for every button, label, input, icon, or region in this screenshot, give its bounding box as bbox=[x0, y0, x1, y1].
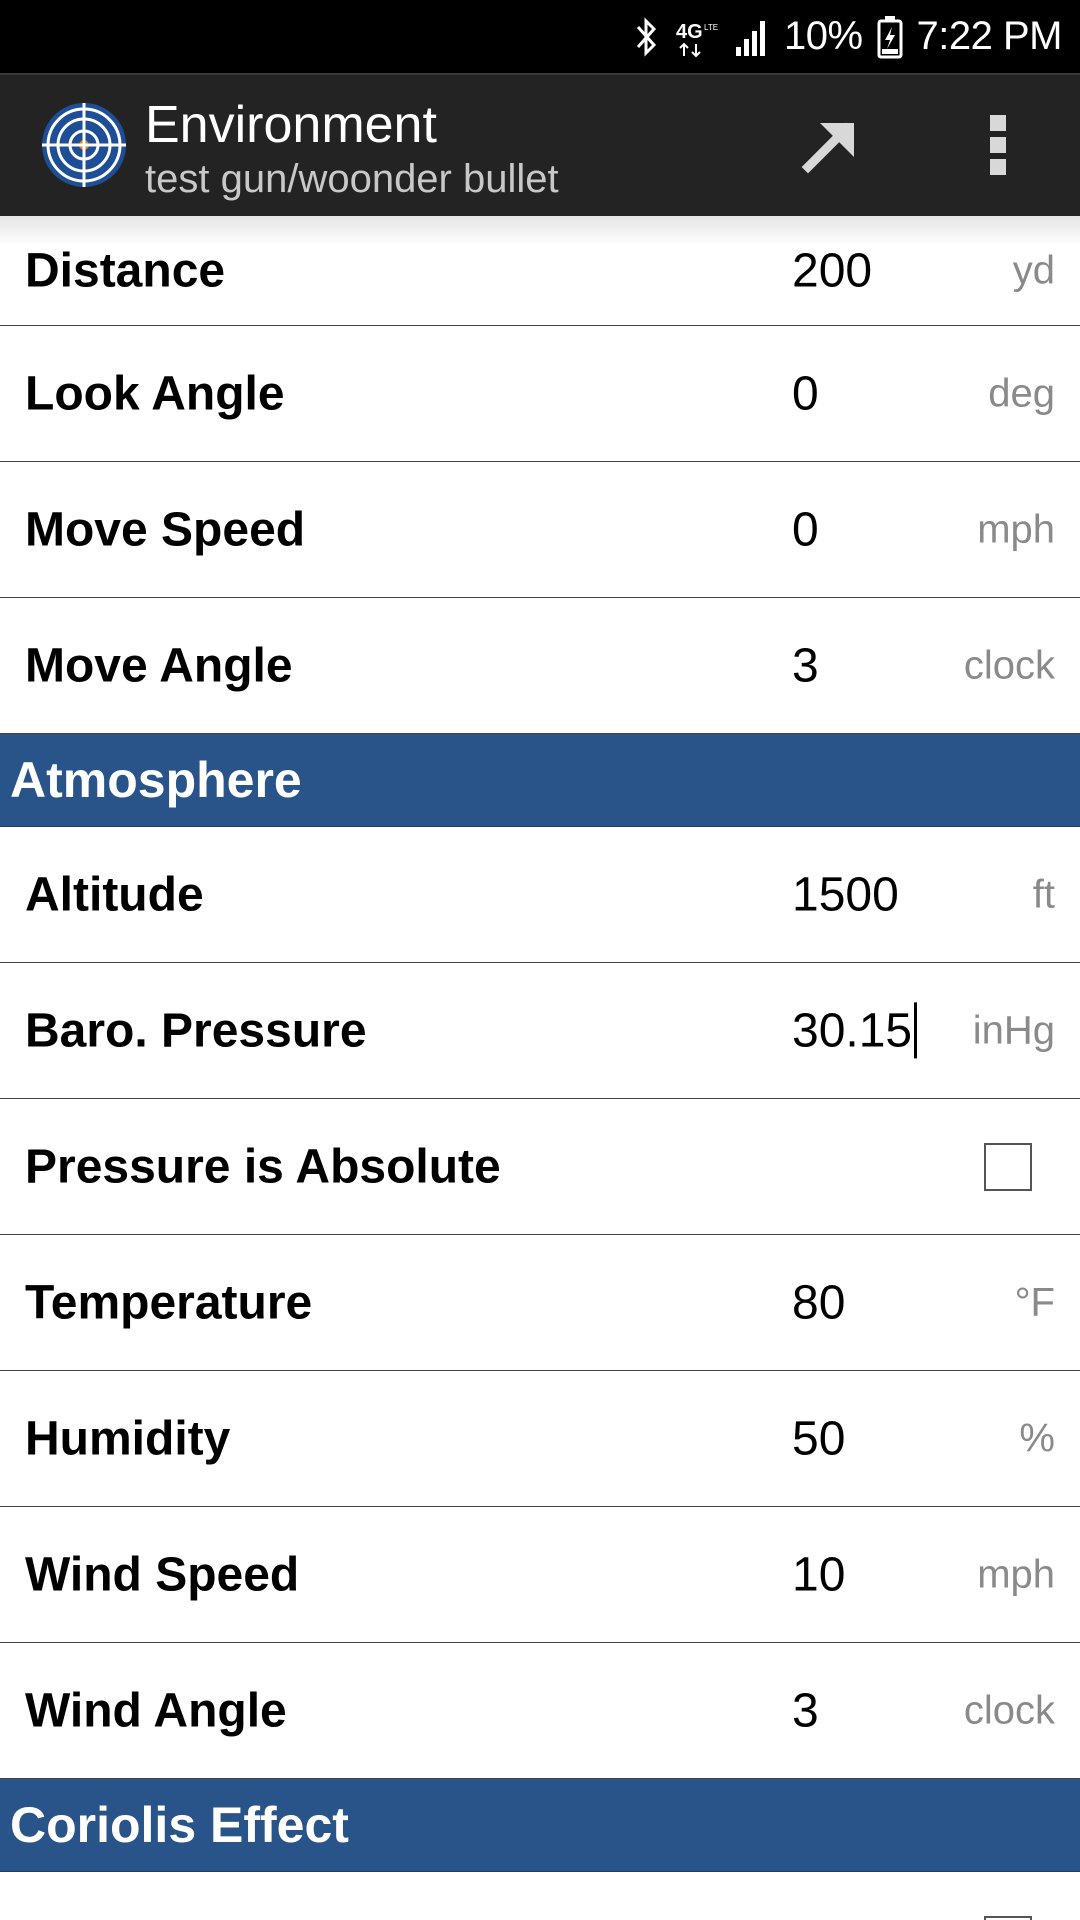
environment-settings-list[interactable]: Distance 200 yd Look Angle 0 deg Move Sp… bbox=[0, 216, 1080, 1920]
bluetooth-icon bbox=[634, 16, 660, 58]
move-angle-value[interactable]: 3 bbox=[792, 638, 819, 693]
app-target-icon[interactable] bbox=[40, 101, 128, 189]
distance-label: Distance bbox=[25, 244, 226, 297]
move-speed-unit: mph bbox=[977, 507, 1055, 551]
baro-pressure-value: 30.15 bbox=[792, 1003, 913, 1057]
status-bar: 4G LTE 10% 7:22 PM bbox=[0, 0, 1080, 73]
page-title: Environment bbox=[145, 96, 437, 154]
text-cursor bbox=[914, 1002, 918, 1059]
temperature-label: Temperature bbox=[25, 1276, 313, 1329]
humidity-value[interactable]: 50 bbox=[792, 1411, 845, 1466]
look-angle-label: Look Angle bbox=[25, 367, 285, 420]
move-speed-label: Move Speed bbox=[25, 503, 306, 556]
move-angle-label: Move Angle bbox=[25, 639, 293, 692]
altitude-value[interactable]: 1500 bbox=[792, 867, 899, 922]
wind-speed-label: Wind Speed bbox=[25, 1548, 300, 1601]
look-angle-unit: deg bbox=[988, 371, 1055, 415]
row-look-angle[interactable]: Look Angle 0 deg bbox=[0, 326, 1080, 462]
wind-speed-unit: mph bbox=[977, 1552, 1055, 1596]
baro-pressure-label: Baro. Pressure bbox=[25, 1004, 367, 1057]
pressure-absolute-checkbox[interactable] bbox=[984, 1142, 1032, 1191]
distance-unit: yd bbox=[1012, 248, 1055, 292]
row-wind-angle[interactable]: Wind Angle 3 clock bbox=[0, 1643, 1080, 1779]
battery-percent: 10% bbox=[783, 14, 863, 58]
4g-lte-icon: 4G LTE bbox=[674, 16, 720, 58]
temperature-value[interactable]: 80 bbox=[792, 1275, 845, 1330]
row-temperature[interactable]: Temperature 80 °F bbox=[0, 1235, 1080, 1371]
svg-text:LTE: LTE bbox=[704, 23, 718, 32]
pressure-absolute-label: Pressure is Absolute bbox=[25, 1140, 501, 1193]
section-header-atmosphere: Atmosphere bbox=[0, 734, 1080, 827]
row-move-speed[interactable]: Move Speed 0 mph bbox=[0, 462, 1080, 598]
clock: 7:22 PM bbox=[916, 14, 1063, 58]
baro-pressure-unit: inHg bbox=[972, 1008, 1055, 1052]
move-speed-value[interactable]: 0 bbox=[792, 502, 819, 557]
wind-angle-value[interactable]: 3 bbox=[792, 1683, 819, 1738]
row-altitude[interactable]: Altitude 1500 ft bbox=[0, 827, 1080, 963]
wind-speed-value[interactable]: 10 bbox=[792, 1547, 845, 1602]
share-button[interactable] bbox=[790, 107, 870, 187]
wind-angle-unit: clock bbox=[963, 1688, 1055, 1732]
wind-angle-label: Wind Angle bbox=[25, 1684, 287, 1737]
battery-charging-icon bbox=[877, 15, 903, 59]
share-arrow-icon bbox=[800, 115, 860, 180]
coriolis-checkbox[interactable] bbox=[984, 1915, 1032, 1920]
page-subtitle: test gun/woonder bullet bbox=[145, 157, 559, 201]
row-coriolis-partial[interactable] bbox=[0, 1872, 1080, 1920]
baro-pressure-input[interactable]: 30.15 bbox=[792, 1002, 918, 1059]
row-move-angle[interactable]: Move Angle 3 clock bbox=[0, 598, 1080, 734]
section-header-coriolis: Coriolis Effect bbox=[0, 1779, 1080, 1872]
humidity-label: Humidity bbox=[25, 1412, 231, 1465]
move-angle-unit: clock bbox=[963, 643, 1055, 687]
overflow-menu-button[interactable] bbox=[970, 107, 1026, 187]
signal-icon bbox=[734, 17, 770, 57]
row-baro-pressure[interactable]: Baro. Pressure 30.15 inHg bbox=[0, 963, 1080, 1099]
row-humidity[interactable]: Humidity 50 % bbox=[0, 1371, 1080, 1507]
row-distance[interactable]: Distance 200 yd bbox=[0, 216, 1080, 326]
action-bar: Environment test gun/woonder bullet bbox=[0, 73, 1080, 216]
overflow-menu-icon bbox=[988, 113, 1008, 182]
humidity-unit: % bbox=[1019, 1416, 1055, 1460]
row-pressure-is-absolute[interactable]: Pressure is Absolute bbox=[0, 1099, 1080, 1235]
distance-value[interactable]: 200 bbox=[792, 243, 872, 298]
look-angle-value[interactable]: 0 bbox=[792, 366, 819, 421]
altitude-unit: ft bbox=[1032, 872, 1055, 916]
altitude-label: Altitude bbox=[25, 868, 204, 921]
row-wind-speed[interactable]: Wind Speed 10 mph bbox=[0, 1507, 1080, 1643]
svg-text:4G: 4G bbox=[676, 21, 703, 43]
temperature-unit: °F bbox=[1014, 1280, 1055, 1324]
